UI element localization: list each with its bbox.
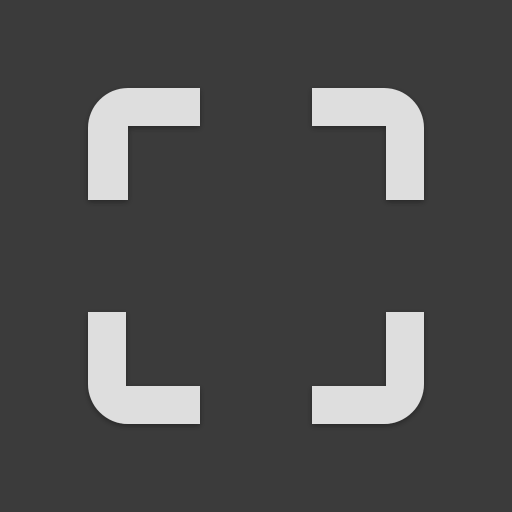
corner-top-right (312, 88, 424, 200)
corner-bottom-right (312, 312, 424, 424)
fullscreen-icon-graphic (88, 88, 424, 424)
corner-top-left (88, 88, 200, 200)
corner-bottom-left (88, 312, 200, 424)
fullscreen-icon (0, 0, 512, 512)
